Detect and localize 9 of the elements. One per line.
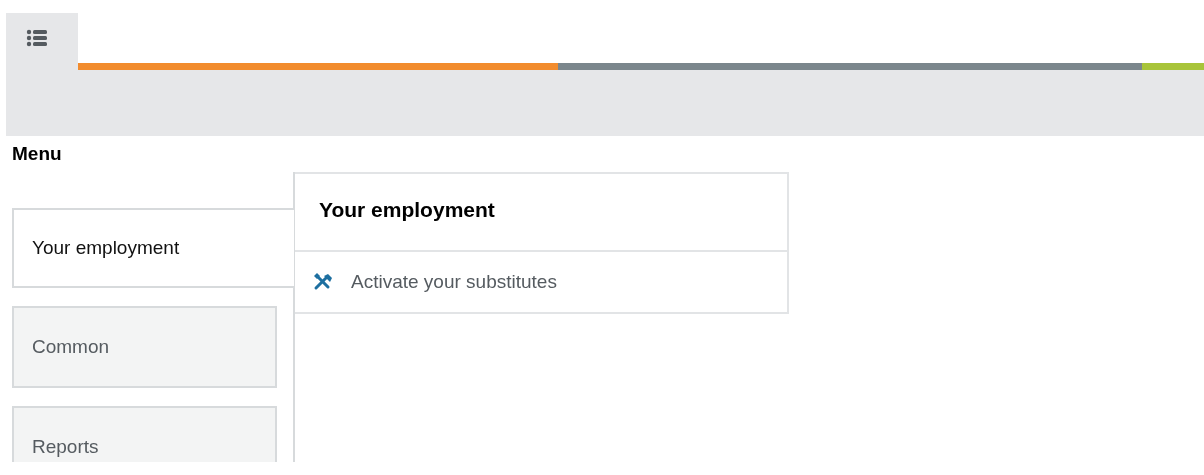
menu-tab[interactable]: Common bbox=[12, 306, 277, 388]
panel-title: Your employment bbox=[295, 174, 787, 252]
menu-button[interactable] bbox=[6, 13, 78, 70]
menu-link[interactable]: Activate your substitutes bbox=[351, 271, 557, 293]
menu-heading: Menu bbox=[11, 142, 63, 166]
menu-tab[interactable]: Your employment bbox=[12, 208, 294, 288]
tools-icon bbox=[313, 273, 333, 291]
list-icon bbox=[26, 29, 48, 47]
menu-tab[interactable]: Reports bbox=[12, 406, 277, 462]
